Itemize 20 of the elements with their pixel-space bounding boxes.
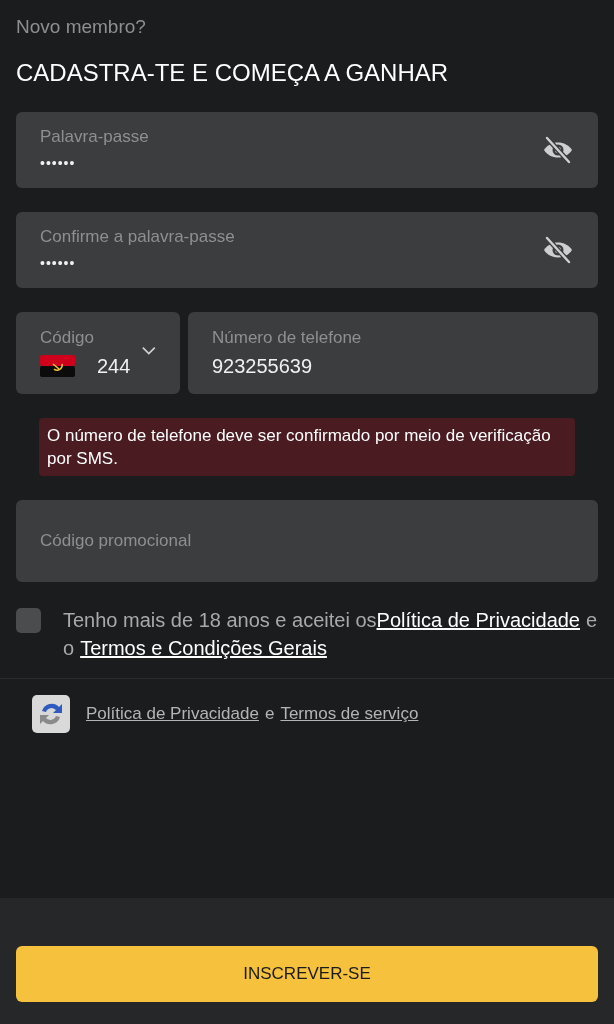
country-code-select[interactable]: Código 244 [16, 312, 180, 394]
sign-up-button[interactable]: INSCREVER-SE [16, 946, 598, 1002]
recaptcha-link[interactable]: Termos de serviço [280, 704, 419, 723]
password-field[interactable]: Confirme a palavra-passe •••••• [16, 212, 598, 288]
terms-link[interactable]: Política de Privacidade [376, 609, 580, 631]
password-field[interactable]: Palavra-passe •••••• [16, 112, 598, 188]
eye-off-icon[interactable] [542, 236, 574, 264]
recaptcha-links-text: Política de Privacidade e Termos de serviço [86, 704, 419, 724]
age-terms-checkbox[interactable] [16, 608, 41, 633]
terms-agreement-text: Tenho mais de 18 anos e aceitei osPolítica de Privacidade e o Termos e Condições Gerais [63, 608, 598, 661]
recaptcha-link[interactable]: Política de Privacidade [86, 704, 259, 723]
eye-off-icon[interactable] [542, 136, 574, 164]
subtitle: Novo membro? [16, 15, 147, 39]
recaptcha-icon [32, 695, 70, 733]
terms-link[interactable]: Termos e Condições Gerais [80, 637, 327, 659]
chevron-down-icon [142, 346, 156, 356]
flag-icon [40, 355, 75, 377]
sms-verification-notice: O número de telefone deve ser confirmado por meio de verificação por SMS. [39, 418, 575, 476]
phone-number-field[interactable]: Número de telefone 923255639 [188, 312, 598, 394]
page-title: CADASTRA-TE E COMEÇA A GANHAR [16, 58, 450, 88]
